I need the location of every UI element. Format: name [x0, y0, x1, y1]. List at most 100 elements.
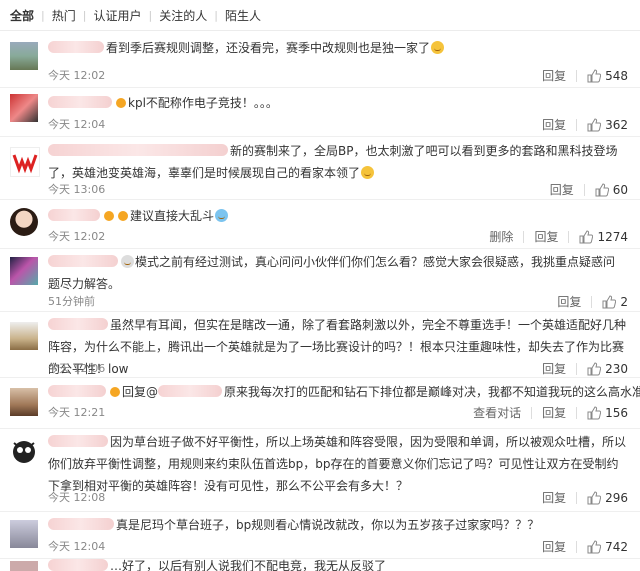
filter-tabs: 全部 | 热门 | 认证用户 | 关注的人 | 陌生人	[0, 0, 640, 31]
comment-text: …好了，以后有别人说我们不配电竞，我无从反驳了	[48, 559, 626, 571]
comment-item: kpl不配称作电子竞技！。。。 今天 12:04 回复 362	[0, 88, 640, 137]
username-redacted[interactable]	[48, 318, 108, 330]
like-button[interactable]: 156	[587, 406, 628, 420]
reply-button[interactable]: 回复	[542, 116, 566, 133]
like-button[interactable]: 548	[587, 69, 628, 83]
like-count: 362	[605, 117, 628, 132]
reply-button[interactable]: 回复	[542, 489, 566, 506]
tab-strangers[interactable]: 陌生人	[218, 7, 268, 24]
reply-button[interactable]: 回复	[542, 538, 566, 555]
tab-hot[interactable]: 热门	[45, 7, 83, 24]
character-avatar-icon	[13, 441, 35, 463]
comment-item: 回复@ 原来我每次打的匹配和钻石下排位都是巅峰对决，我都不知道我玩的这么高水准呢 …	[0, 378, 640, 429]
username-redacted[interactable]	[48, 209, 100, 221]
comment-text: 因为草台班子做不好平衡性，所以上场英雄和阵容受限，因为受限和单调，所以被观众吐槽…	[48, 435, 627, 493]
like-count: 296	[605, 490, 628, 505]
reply-button[interactable]: 回复	[542, 404, 566, 421]
avatar[interactable]	[10, 561, 38, 571]
like-button[interactable]: 1274	[579, 230, 628, 244]
username-redacted[interactable]	[48, 96, 112, 108]
avatar[interactable]	[10, 437, 38, 465]
like-count: 742	[605, 539, 628, 554]
avatar[interactable]	[10, 147, 40, 177]
user-badge-icon	[118, 211, 128, 221]
reply-button[interactable]: 回复	[534, 228, 558, 245]
comment-text: kpl不配称作电子竞技！。。。	[48, 92, 626, 114]
avatar[interactable]	[10, 208, 38, 236]
divider	[531, 406, 533, 419]
emoji-icon	[431, 41, 445, 54]
divider	[591, 295, 593, 308]
tab-following[interactable]: 关注的人	[152, 7, 214, 24]
reply-button[interactable]: 回复	[542, 360, 566, 377]
avatar[interactable]	[10, 94, 38, 122]
tab-verified[interactable]: 认证用户	[86, 7, 148, 24]
reply-button[interactable]: 回复	[550, 181, 574, 198]
avatar[interactable]	[10, 257, 38, 285]
comment-item: 看到季后赛规则调整，还没看完，赛季中改规则也是独一家了 今天 12:02 回复 …	[0, 31, 640, 88]
like-button[interactable]: 742	[587, 540, 628, 554]
emoji-icon	[215, 209, 229, 222]
avatar[interactable]	[10, 42, 38, 70]
timestamp: 今天 12:21	[48, 406, 106, 419]
thumb-up-icon	[602, 294, 617, 308]
mention-redacted[interactable]	[158, 385, 223, 397]
comment-text: 真是尼玛个草台班子，bp规则看心情说改就改，你以为五岁孩子过家家吗？？？	[48, 514, 626, 536]
user-badge-icon	[116, 98, 126, 108]
avatar[interactable]	[10, 520, 38, 548]
emoji-icon	[121, 255, 134, 268]
like-count: 548	[605, 68, 628, 83]
comment-actions: 回复 296	[536, 489, 628, 506]
divider	[576, 69, 578, 82]
timestamp: 今天 12:08	[48, 491, 106, 504]
divider	[523, 230, 525, 243]
divider	[568, 230, 570, 243]
timestamp: 今天 12:06	[48, 362, 106, 375]
username-redacted[interactable]	[48, 559, 108, 571]
like-button[interactable]: 2	[602, 295, 628, 309]
divider	[576, 540, 578, 553]
avatar[interactable]	[10, 322, 38, 350]
thumb-up-icon	[587, 490, 602, 504]
like-count: 1274	[597, 229, 628, 244]
like-button[interactable]: 230	[587, 362, 628, 376]
comment-item: 虽然早有耳闻，但实在是瞎改一通，除了看套路刺激以外，完全不尊重选手！一个英雄适配…	[0, 312, 640, 378]
username-redacted[interactable]	[48, 435, 108, 447]
tab-all[interactable]: 全部	[10, 7, 41, 24]
like-button[interactable]: 296	[587, 491, 628, 505]
comment-actions: 删除 回复 1274	[483, 228, 628, 245]
timestamp: 今天 13:06	[48, 183, 106, 196]
thumb-up-icon	[579, 229, 594, 243]
avatar[interactable]	[10, 388, 38, 416]
comment-item: 新的赛制来了，全局BP，也太刺激了吧可以看到更多的套路和黑科技登场了，英雄池变英…	[0, 137, 640, 200]
timestamp: 今天 12:02	[48, 230, 106, 243]
delete-button[interactable]: 删除	[489, 228, 513, 245]
username-redacted[interactable]	[48, 385, 106, 397]
thumb-up-icon	[587, 405, 602, 419]
like-button[interactable]: 60	[595, 183, 628, 197]
username-redacted[interactable]	[48, 41, 104, 53]
thumb-up-icon	[587, 68, 602, 82]
username-redacted[interactable]	[48, 255, 118, 267]
comment-actions: 查看对话 回复 156	[467, 404, 628, 421]
reply-button[interactable]: 回复	[557, 293, 581, 310]
comment-actions: 回复 362	[536, 116, 628, 133]
divider	[576, 491, 578, 504]
comment-text: 看到季后赛规则调整，还没看完，赛季中改规则也是独一家了	[48, 37, 626, 59]
username-redacted[interactable]	[48, 518, 114, 530]
like-button[interactable]: 362	[587, 118, 628, 132]
comment-item: 因为草台班子做不好平衡性，所以上场英雄和阵容受限，因为受限和单调，所以被观众吐槽…	[0, 429, 640, 512]
like-count: 230	[605, 361, 628, 376]
like-count: 2	[620, 294, 628, 309]
comment-actions: 回复 742	[536, 538, 628, 555]
comment-item-partial: …好了，以后有别人说我们不配电竞，我无从反驳了	[0, 559, 640, 571]
reply-button[interactable]: 回复	[542, 67, 566, 84]
timestamp: 51分钟前	[48, 295, 95, 308]
divider	[576, 362, 578, 375]
like-count: 156	[605, 405, 628, 420]
view-conversation-button[interactable]: 查看对话	[473, 404, 521, 421]
divider	[576, 406, 578, 419]
like-count: 60	[612, 182, 628, 197]
comment-item: 建议直接大乱斗 今天 12:02 删除 回复 1274	[0, 200, 640, 249]
username-redacted[interactable]	[48, 144, 228, 156]
